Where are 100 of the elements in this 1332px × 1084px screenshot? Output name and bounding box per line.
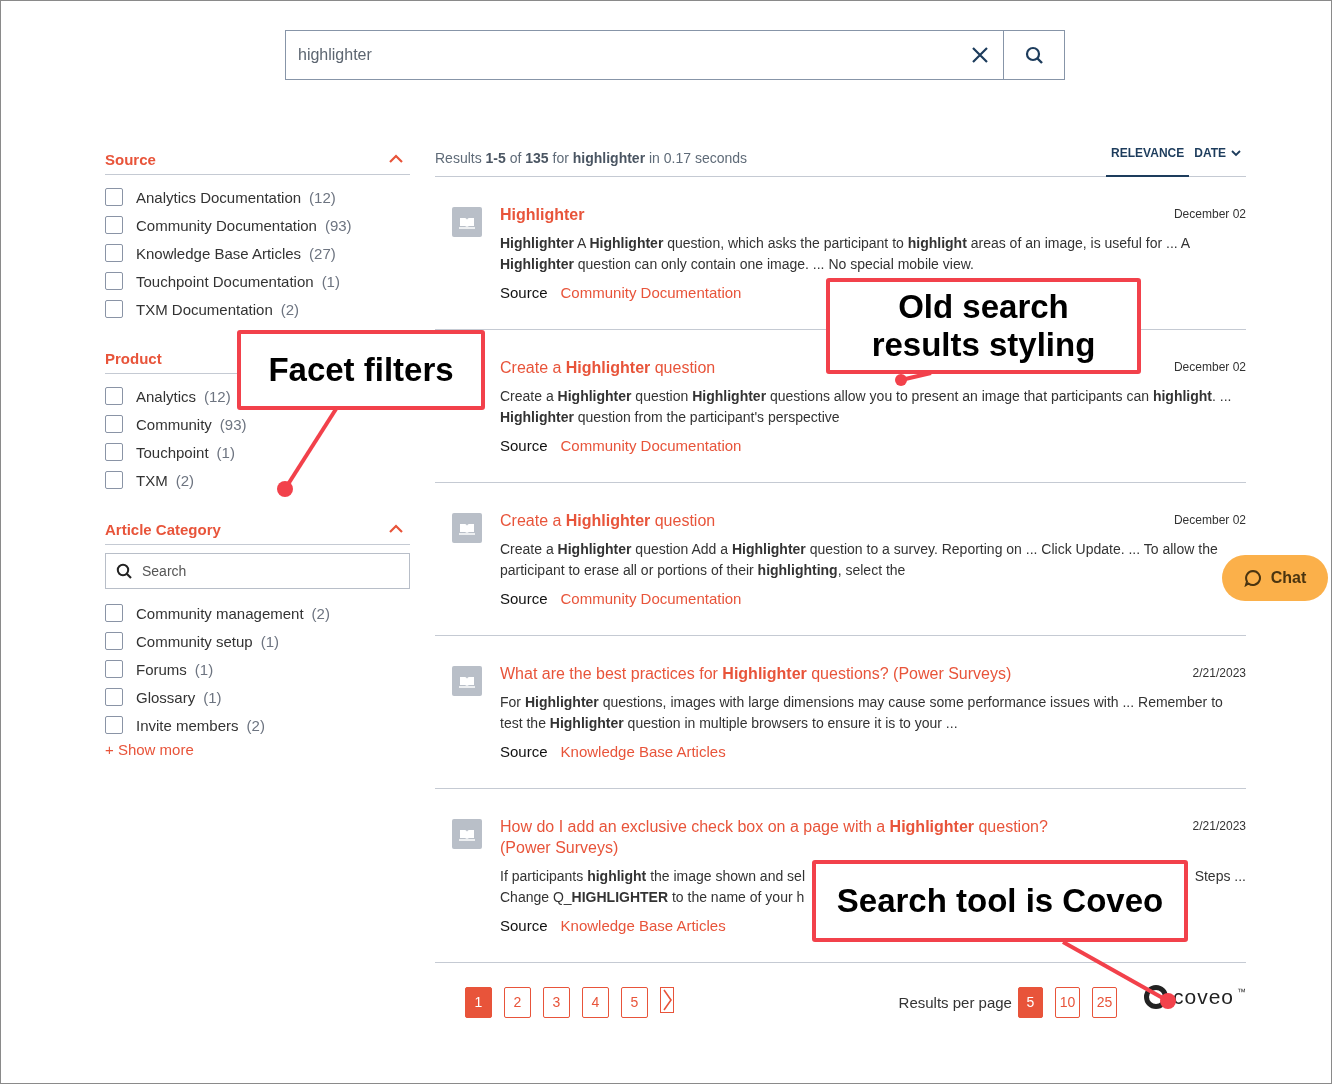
close-icon [971, 46, 989, 64]
checkbox[interactable] [105, 716, 123, 734]
next-page-button[interactable] [660, 986, 674, 1013]
result-date: December 02 [1173, 513, 1246, 527]
facet-label[interactable]: TXM [136, 471, 168, 489]
facet-count: (12) [309, 188, 336, 206]
facet-count: (2) [311, 604, 330, 622]
facet-count: (1) [216, 443, 235, 461]
facet-count: (1) [260, 632, 280, 650]
result-date: 2/21/2023 [1192, 819, 1246, 833]
checkbox[interactable] [105, 300, 123, 318]
result-snippet: Create a Highlighter question Add a Highlighter question to a survey. Reporting on ... Click Update. ... To allow the participant to erase all or portions of their highlighting, select the [500, 540, 1219, 580]
facet-label[interactable]: Touchpoint Documentation [136, 272, 314, 290]
source-link[interactable]: Community Documentation [560, 284, 742, 301]
callout-label: Search tool is Coveo [812, 860, 1188, 942]
logo-text: coveo [1172, 985, 1234, 1009]
facet-label[interactable]: Glossary [136, 688, 196, 706]
source-label: Source [500, 437, 548, 454]
result-title-link[interactable]: How do I add an exclusive check box on a page with a Highlighter question? (Power Surveys) [500, 816, 1080, 858]
facet-title: Source [105, 150, 156, 168]
source-label: Source [500, 917, 548, 934]
chevron-icon [661, 988, 673, 1011]
search-button[interactable] [1004, 30, 1065, 80]
leader-line [895, 371, 932, 386]
page-button[interactable]: 2 [504, 986, 531, 1018]
callout-label: Old search results styling [826, 278, 1141, 374]
page-button[interactable]: 5 [621, 986, 648, 1018]
sort-tab[interactable]: RELEVANCE [1106, 144, 1190, 177]
facet-label[interactable]: Community Documentation [136, 216, 317, 234]
per-page-button[interactable]: 5 [1017, 986, 1043, 1018]
search-icon [116, 563, 132, 579]
checkbox[interactable] [105, 188, 123, 206]
checkbox[interactable] [105, 471, 123, 489]
source-link[interactable]: Community Documentation [560, 590, 742, 607]
page-button[interactable]: 3 [543, 986, 570, 1018]
chat-button[interactable]: Chat [1222, 555, 1328, 601]
checkbox[interactable] [105, 604, 123, 622]
chat-bubble-icon [1243, 569, 1262, 587]
search-icon [1025, 46, 1043, 64]
facet-label[interactable]: Touchpoint [136, 443, 209, 461]
search-field[interactable]: highlighter [285, 30, 1004, 80]
result-title-link[interactable]: What are the best practices for Highlighter questions? (Power Surveys) [500, 663, 1012, 684]
checkbox[interactable] [105, 415, 123, 433]
facet-count: (2) [246, 716, 265, 734]
facet-label[interactable]: Forums [136, 660, 187, 678]
facet-title: Product [105, 349, 162, 367]
source-link[interactable]: Community Documentation [560, 437, 742, 454]
per-page-button[interactable]: 10 [1054, 986, 1080, 1018]
facet-label[interactable]: Community [136, 415, 212, 433]
result-date: December 02 [1173, 207, 1246, 221]
per-page-button[interactable]: 25 [1091, 986, 1117, 1018]
snippet-text: If participants highlight the image shown and sel [500, 867, 805, 886]
show-more-link[interactable]: + Show more [105, 741, 194, 758]
checkbox[interactable] [105, 443, 123, 461]
search-field[interactable]: Search [105, 553, 410, 589]
result-title-link[interactable]: Create a Highlighter question [500, 357, 716, 378]
facet-count: (27) [309, 244, 336, 262]
facet-count: (1) [203, 688, 222, 706]
facet-label[interactable]: Community management [136, 604, 304, 622]
chevron-icon[interactable] [388, 153, 404, 165]
checkbox[interactable] [105, 244, 123, 262]
facet-label[interactable]: Knowledge Base Articles [136, 244, 302, 262]
facet-count: (1) [321, 272, 340, 290]
result-title-link[interactable]: Create a Highlighter question [500, 510, 716, 531]
facet-count: (2) [280, 300, 300, 318]
source-link[interactable]: Knowledge Base Articles [560, 917, 726, 934]
checkbox[interactable] [105, 688, 123, 706]
page-button[interactable]: 4 [582, 986, 609, 1018]
facet-count: (2) [175, 471, 194, 489]
sort-tab[interactable]: DATE [1189, 144, 1246, 177]
checkbox[interactable] [105, 387, 123, 405]
chevron-icon [1231, 149, 1241, 157]
facet-label[interactable]: TXM Documentation [136, 300, 273, 318]
trademark-mark: ™ [1237, 987, 1246, 997]
results-per-page-label: Results per page [898, 993, 1012, 1011]
facet-count: (93) [324, 216, 352, 234]
checkbox[interactable] [105, 660, 123, 678]
result-title-link[interactable]: Highlighter [500, 204, 585, 225]
snippet-text: Steps ... [1194, 867, 1246, 886]
checkbox[interactable] [105, 216, 123, 234]
source-label: Source [500, 590, 548, 607]
facet-label[interactable]: Community setup [136, 632, 253, 650]
facet-label[interactable]: Invite members [136, 716, 239, 734]
snippet-text: Change Q_HIGHLIGHTER to the name of your h [500, 888, 805, 907]
source-link[interactable]: Knowledge Base Articles [560, 743, 726, 760]
facet-label[interactable]: Analytics [136, 387, 197, 405]
facet-title: Article Category [105, 520, 221, 538]
facet-count: (12) [204, 387, 231, 405]
chevron-icon[interactable] [388, 523, 404, 535]
facet-count: (1) [194, 660, 214, 678]
result-date: 2/21/2023 [1192, 666, 1246, 680]
source-label: Source [500, 284, 548, 301]
page-button[interactable]: 1 [465, 986, 492, 1018]
facet-label[interactable]: Analytics Documentation [136, 188, 302, 206]
checkbox[interactable] [105, 272, 123, 290]
result-snippet: Highlighter A Highlighter question, which asks the participant to highlight areas of an image, is useful for ... A Highlighter question can only contain one image. ... No special mobile view. [500, 234, 1191, 274]
result-snippet: Create a Highlighter question Highlighter questions allow you to present an image that participants can highlight. ... Highlighter question from the participant's perspective [500, 387, 1233, 427]
result-snippet: For Highlighter questions, images with large dimensions may cause some performance issues with ... Remember to test the Highlighter question in multiple browsers to ensure it is to your ... [500, 693, 1224, 733]
checkbox[interactable] [105, 632, 123, 650]
facet-count: (93) [219, 415, 247, 433]
